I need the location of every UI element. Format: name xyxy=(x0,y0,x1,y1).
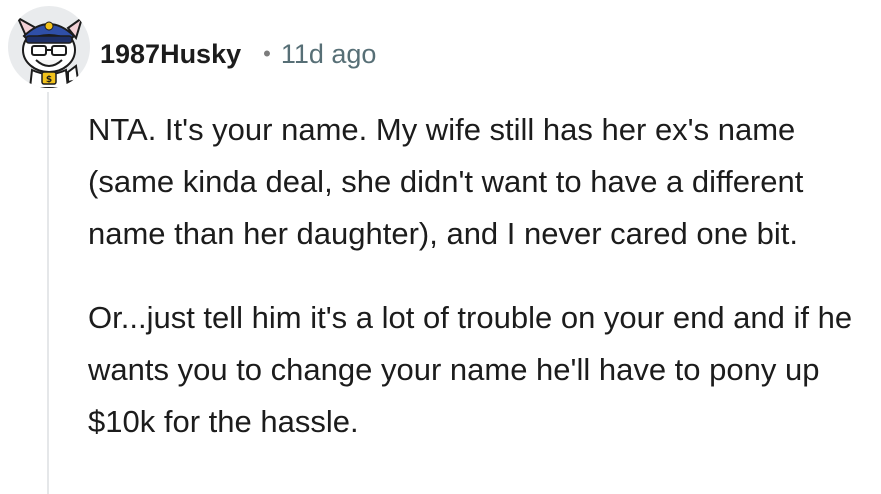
comment-header: 1987Husky • 11d ago xyxy=(100,34,376,74)
user-avatar[interactable]: $ xyxy=(8,6,90,88)
snoo-avatar-icon: $ xyxy=(15,15,84,88)
comment-body: NTA. It's your name. My wife still has h… xyxy=(88,104,868,480)
thread-line[interactable] xyxy=(47,92,49,494)
comment: $ 1987Husky • 11d ago NTA. It's your nam… xyxy=(0,0,881,494)
comment-paragraph: NTA. It's your name. My wife still has h… xyxy=(88,112,804,251)
username[interactable]: 1987Husky xyxy=(100,39,241,70)
timestamp[interactable]: 11d ago xyxy=(281,39,377,70)
svg-text:$: $ xyxy=(46,75,52,85)
meta-separator: • xyxy=(263,41,271,66)
comment-paragraph: Or...just tell him it's a lot of trouble… xyxy=(88,300,853,439)
